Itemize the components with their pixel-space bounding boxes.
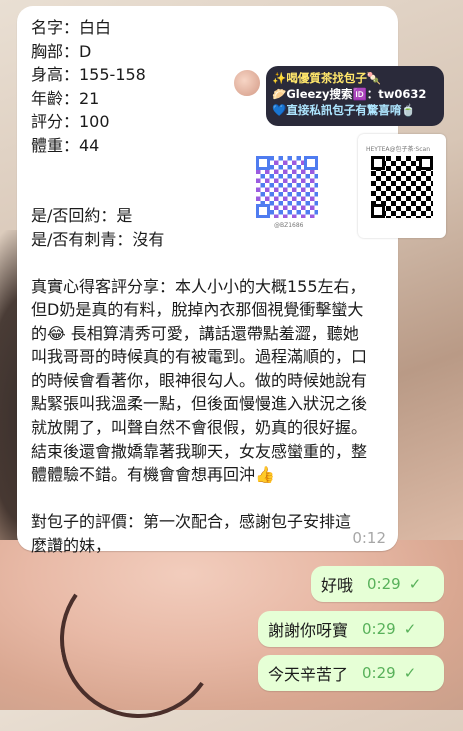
- qr-code-card: HEYTEA@包子茶·Scan: [358, 134, 446, 238]
- outgoing-message-bubble[interactable]: 好哦 0:29 ✓: [311, 566, 444, 602]
- read-check-icon: ✓: [403, 620, 417, 638]
- review-text: 長相算清秀可愛，講話還帶點羞澀，聽她叫我哥哥的時候真的有被電到。過程滿順的，口的…: [31, 323, 368, 485]
- qr-code-card: @BZ1686: [250, 134, 325, 234]
- message-timestamp: 0:29: [362, 620, 396, 638]
- message-timestamp: 0:29: [362, 664, 396, 682]
- promo-line: 💙直接私訊包子有驚喜唷🍵: [272, 103, 416, 117]
- qr-code-icon: [371, 156, 433, 218]
- qr-caption: HEYTEA@包子茶·Scan: [366, 146, 431, 153]
- promo-watermark: ✨喝優質茶找包子🍡 🥟Gleezy搜索🆔：tw0632 💙直接私訊包子有驚喜唷🍵…: [228, 64, 446, 240]
- message-text: 好哦: [321, 576, 354, 595]
- review-paragraph: 真實心得客評分享：本人小小的大概155左右，但D奶是真的有料，脫掉內衣那個視覺衝…: [31, 275, 371, 487]
- message-line: 胸部：D: [31, 41, 92, 61]
- promo-line: ✨喝優質茶找包子🍡: [272, 71, 382, 85]
- read-check-icon: ✓: [408, 575, 422, 593]
- qr-caption: @BZ1686: [274, 222, 304, 229]
- laughing-emoji-icon: 😂: [47, 323, 66, 343]
- outgoing-message-bubble[interactable]: 今天辛苦了 0:29 ✓: [258, 655, 444, 691]
- qr-code-icon: [256, 156, 318, 218]
- promo-banner: ✨喝優質茶找包子🍡 🥟Gleezy搜索🆔：tw0632 💙直接私訊包子有驚喜唷🍵: [266, 66, 444, 126]
- message-line: 名字：白白: [31, 18, 112, 37]
- outgoing-message-bubble[interactable]: 謝謝你呀寶 0:29 ✓: [258, 611, 444, 647]
- message-text: 今天辛苦了: [268, 665, 349, 684]
- avatar: [232, 68, 262, 98]
- message-timestamp: 0:12: [352, 529, 386, 547]
- review-rating-paragraph: 對包子的評價：第一次配合，感謝包子安排這麼讚的妹，: [31, 512, 352, 555]
- thumbs-up-emoji-icon: 👍: [255, 465, 275, 485]
- promo-line: 🥟Gleezy搜索🆔：tw0632: [272, 87, 427, 101]
- message-timestamp: 0:29: [367, 575, 401, 593]
- message-text: 謝謝你呀寶: [268, 621, 349, 640]
- read-check-icon: ✓: [403, 664, 417, 682]
